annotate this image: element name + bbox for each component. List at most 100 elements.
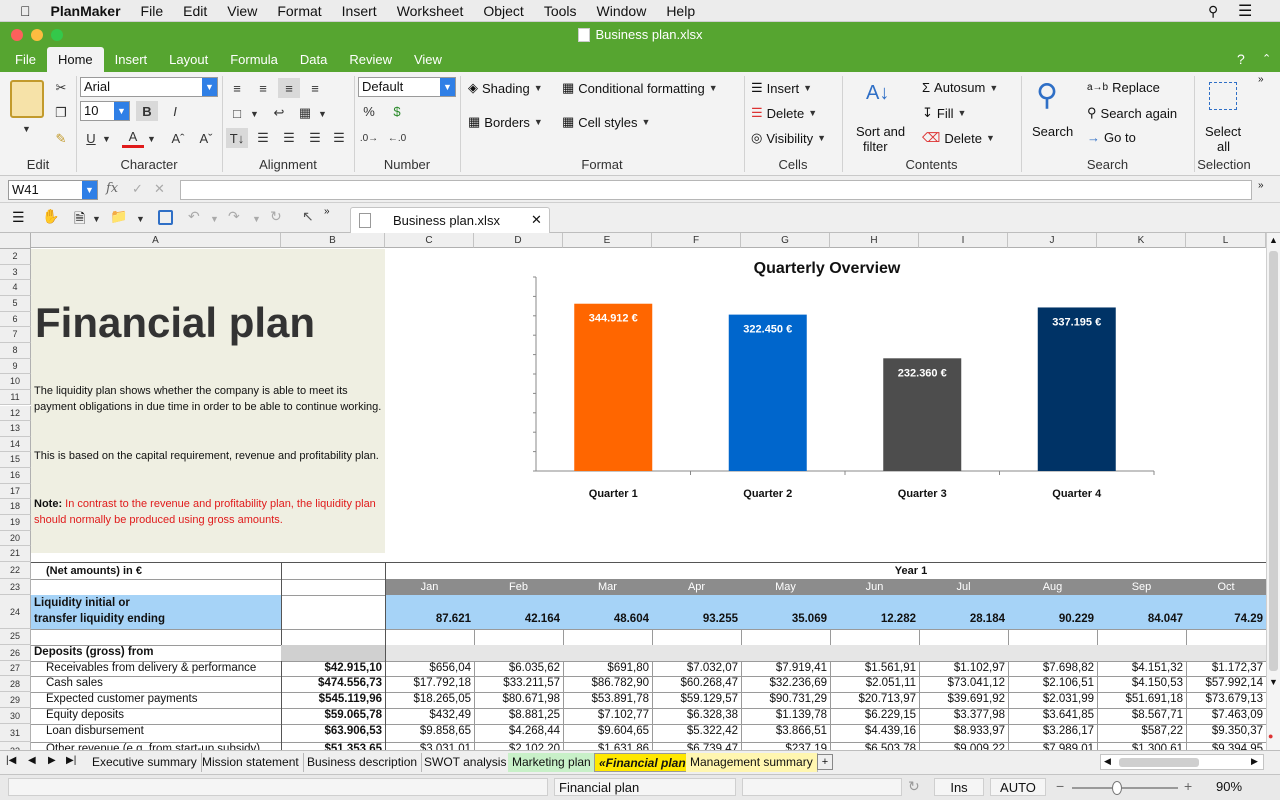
tab-home[interactable]: Home <box>46 47 104 72</box>
table-cell[interactable]: $1.300,61 <box>1097 743 1186 750</box>
menu-tools[interactable]: Tools <box>534 3 587 19</box>
table-cell[interactable]: $7.032,07 <box>652 662 741 674</box>
table-cell[interactable]: $3.031,01 <box>385 743 474 750</box>
row-header[interactable]: 22 <box>0 562 31 579</box>
zoom-slider-thumb[interactable] <box>1112 781 1122 795</box>
horizontal-scroll-thumb[interactable] <box>1119 758 1199 767</box>
align-center-icon[interactable]: ☰ <box>278 128 300 148</box>
table-cell[interactable]: $33.211,57 <box>474 677 563 689</box>
table-cell[interactable]: $39.691,92 <box>919 693 1008 705</box>
row-header[interactable]: 13 <box>0 421 31 437</box>
table-cell[interactable]: $18.265,05 <box>385 693 474 705</box>
rotate-text-icon[interactable]: T↓ <box>226 128 248 148</box>
row-header[interactable]: 31 <box>0 723 31 742</box>
font-name-combo[interactable]: Arial ▼ <box>80 77 218 97</box>
table-cell[interactable]: $59.129,57 <box>652 693 741 705</box>
table-row-total[interactable]: $59.065,78 <box>281 709 385 721</box>
menu-object[interactable]: Object <box>473 3 533 19</box>
table-cell[interactable]: $7.463,09 <box>1186 709 1266 721</box>
cut-icon[interactable]: ✂ <box>50 78 72 98</box>
table-cell[interactable]: $6.328,38 <box>652 709 741 721</box>
column-header[interactable]: D <box>474 233 563 248</box>
first-sheet-icon[interactable]: |◀ <box>6 755 16 766</box>
table-cell[interactable]: $7.698,82 <box>1008 662 1097 674</box>
sheet-tab-executive-summary[interactable]: Executive summary <box>88 753 202 772</box>
fill-button[interactable]: ↧ Fill ▼ <box>922 105 966 121</box>
table-cell[interactable]: $1.139,78 <box>741 709 830 721</box>
table-cell[interactable]: $60.268,47 <box>652 677 741 689</box>
percent-icon[interactable]: % <box>358 101 380 121</box>
cancel-icon[interactable]: ✕ <box>154 181 165 197</box>
select-all-label-1[interactable]: Select <box>1205 124 1241 139</box>
tab-review[interactable]: Review <box>338 47 403 72</box>
table-row-total[interactable]: $474.556,73 <box>281 677 385 689</box>
liquidity-value[interactable]: 74.29 <box>1186 613 1266 625</box>
row-header[interactable]: 14 <box>0 436 31 453</box>
menu-format[interactable]: Format <box>267 3 331 19</box>
scroll-down-icon[interactable]: ▼ <box>1269 677 1278 687</box>
table-cell[interactable]: $8.567,71 <box>1097 709 1186 721</box>
row-header[interactable]: 11 <box>0 389 31 406</box>
row-header[interactable]: 29 <box>0 691 31 708</box>
table-cell[interactable]: $7.919,41 <box>741 662 830 674</box>
row-header[interactable]: 24 <box>0 595 31 629</box>
collapse-ribbon-icon[interactable]: ⌃ <box>1262 52 1271 65</box>
menu-worksheet[interactable]: Worksheet <box>387 3 474 19</box>
open-folder-icon[interactable]: 📁 <box>110 208 127 225</box>
chevron-down-icon[interactable]: ▼ <box>440 78 455 96</box>
row-header[interactable]: 10 <box>0 374 31 390</box>
column-header[interactable]: G <box>741 233 830 248</box>
open-dropdown-icon[interactable]: ▼ <box>136 214 145 224</box>
table-cell[interactable]: $6.739,47 <box>652 743 741 750</box>
pointer-icon[interactable]: ↖ <box>302 208 314 225</box>
underline-button[interactable]: U <box>80 128 102 148</box>
superscript-icon[interactable]: Aˆ <box>167 128 189 148</box>
copy-icon[interactable]: ❐ <box>50 103 72 123</box>
liquidity-value[interactable]: 93.255 <box>652 613 741 625</box>
wrap-text-icon[interactable]: ↩ <box>268 103 290 123</box>
align-middle-icon[interactable]: ≡ <box>252 78 274 98</box>
table-cell[interactable]: $9.858,65 <box>385 725 474 737</box>
vertical-scrollbar[interactable]: ▲ ▼ <box>1266 233 1280 750</box>
column-header[interactable]: L <box>1186 233 1266 248</box>
table-cell[interactable]: $691,80 <box>563 662 652 674</box>
decrease-decimal-icon[interactable]: ←.0 <box>386 128 408 148</box>
table-cell[interactable]: $4.150,53 <box>1097 677 1186 689</box>
tab-file[interactable]: File <box>4 47 47 72</box>
redo-icon[interactable]: ↷ <box>228 208 240 225</box>
sheet-tab-financial-plan[interactable]: «Financial plan» <box>594 753 698 772</box>
zoom-slider[interactable] <box>1072 781 1178 795</box>
row-header[interactable]: 2 <box>0 249 31 265</box>
sheet-tab-swot-analysis[interactable]: SWOT analysis <box>420 753 512 772</box>
row-header[interactable]: 19 <box>0 515 31 531</box>
close-window-button[interactable] <box>11 29 23 41</box>
tab-layout[interactable]: Layout <box>158 47 219 72</box>
shading-button[interactable]: ◈ Shading ▼ <box>468 80 543 96</box>
table-row-total[interactable]: $51.353,65 <box>281 743 385 750</box>
liquidity-value[interactable]: 28.184 <box>919 613 1008 625</box>
delete-contents-button[interactable]: ⌫ Delete ▼ <box>922 130 995 146</box>
close-tab-icon[interactable]: ✕ <box>531 212 542 228</box>
undo-icon[interactable]: ↶ <box>188 208 200 225</box>
row-header[interactable]: 6 <box>0 311 31 328</box>
undo-dropdown-icon[interactable]: ▼ <box>210 214 219 224</box>
justify-icon[interactable]: ☰ <box>328 128 350 148</box>
table-cell[interactable]: $1.631,86 <box>563 743 652 750</box>
menu-edit[interactable]: Edit <box>173 3 217 19</box>
number-format-combo[interactable]: Default ▼ <box>358 77 456 97</box>
font-color-dropdown-icon[interactable]: ▼ <box>147 134 156 144</box>
sheet-tab-mission-statement[interactable]: Mission statement <box>198 753 304 772</box>
last-sheet-icon[interactable]: ▶| <box>66 755 76 766</box>
table-cell[interactable]: $7.989,01 <box>1008 743 1097 750</box>
table-row-total[interactable]: $42.915,10 <box>281 662 385 674</box>
toolbar-more-icon[interactable]: » <box>324 206 330 217</box>
scroll-thumb[interactable] <box>1269 251 1278 671</box>
table-cell[interactable]: $1.102,97 <box>919 662 1008 674</box>
table-cell[interactable]: $2.051,11 <box>830 677 919 689</box>
visibility-button[interactable]: ◎ Visibility ▼ <box>751 130 826 146</box>
table-cell[interactable]: $51.691,18 <box>1097 693 1186 705</box>
table-cell[interactable]: $2.102,20 <box>474 743 563 750</box>
sheet-tab-business-description[interactable]: Business description <box>303 753 423 772</box>
row-header[interactable]: 30 <box>0 707 31 724</box>
help-icon[interactable]: ? <box>1237 51 1245 67</box>
